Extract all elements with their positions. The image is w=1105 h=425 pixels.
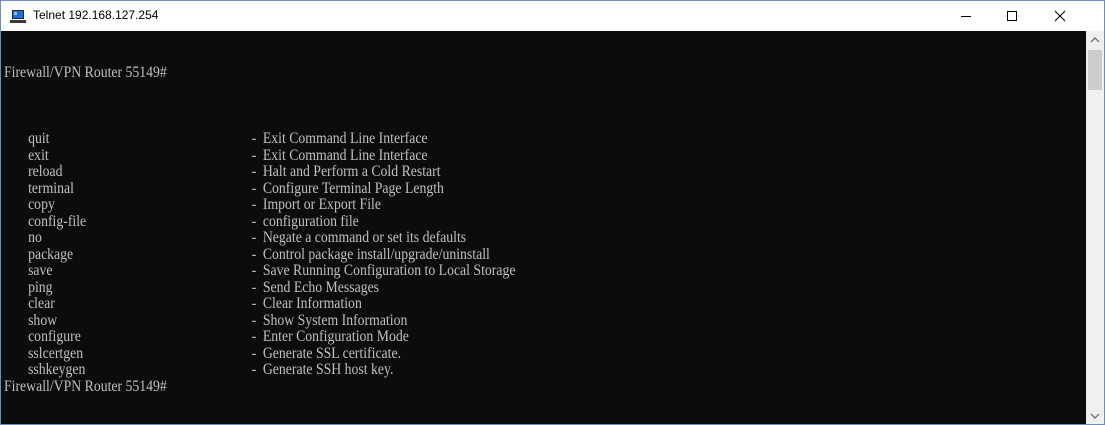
command-name: quit (28, 130, 50, 147)
command-separator: - (251, 196, 257, 213)
command-description: Enter Configuration Mode (262, 328, 409, 345)
command-description: Send Echo Messages (262, 278, 380, 296)
command-name: copy (28, 196, 55, 213)
command-row: reload - Halt and Perform a Cold Restart (4, 163, 440, 181)
command-name: sslcertgen (28, 344, 84, 362)
command-name: terminal (28, 179, 74, 197)
command-separator: - (251, 295, 257, 312)
command-separator: - (251, 179, 257, 197)
command-separator: - (251, 344, 257, 362)
chevron-down-icon (1090, 413, 1100, 419)
command-description: configuration file (262, 212, 359, 230)
final-prompt-text: Firewall/VPN Router 55149# (4, 377, 167, 395)
command-separator: - (251, 311, 257, 329)
close-button[interactable] (1037, 1, 1083, 31)
maximize-button[interactable] (989, 1, 1035, 31)
command-row: configure - Enter Configuration Mode (4, 328, 409, 346)
command-name: reload (28, 163, 63, 180)
command-row: save - Save Running Configuration to Local… (4, 262, 515, 280)
maximize-icon (1007, 11, 1017, 21)
command-description: Exit Command Line Interface (262, 146, 428, 164)
command-separator: - (251, 212, 257, 230)
telnet-app-icon (10, 10, 26, 23)
prompt-text: Firewall/VPN Router 55149# (4, 64, 167, 81)
command-name: show (28, 311, 58, 329)
terminal-output[interactable]: Firewall/VPN Router 55149# quit - Exit Com… (1, 31, 1086, 424)
command-separator: - (251, 229, 257, 246)
command-separator: - (251, 163, 257, 180)
command-separator: - (251, 130, 257, 147)
close-icon (1054, 10, 1066, 22)
command-description: Show System Information (262, 311, 408, 329)
command-description: Generate SSL certificate. (262, 344, 402, 362)
minimize-icon (961, 16, 971, 17)
command-name: configure (28, 328, 81, 345)
command-name: config-file (28, 212, 87, 230)
minimize-button[interactable] (943, 1, 989, 31)
command-description: Configure Terminal Page Length (262, 179, 444, 197)
command-separator: - (251, 328, 257, 345)
vertical-scrollbar[interactable] (1086, 31, 1104, 424)
command-description: Control package install/upgrade/uninstal… (262, 245, 490, 263)
command-separator: - (251, 278, 257, 296)
command-row: ping - Send Echo Messages (4, 279, 379, 297)
command-description: Generate SSH host key. (262, 361, 394, 378)
command-description: Negate a command or set its defaults (262, 229, 467, 246)
command-row: sshkeygen - Generate SSH host key. (4, 361, 393, 379)
title-bar[interactable]: Telnet 192.168.127.254 (1, 1, 1104, 31)
command-separator: - (251, 262, 257, 279)
scroll-down-button[interactable] (1086, 407, 1104, 424)
command-name: save (28, 262, 53, 279)
prompt-line: Firewall/VPN Router 55149# (4, 64, 167, 82)
command-description: Import or Export File (262, 196, 381, 213)
scroll-up-button[interactable] (1086, 31, 1104, 48)
command-description: Save Running Configuration to Local Stor… (262, 262, 516, 279)
telnet-window: Telnet 192.168.127.254 Firewall/VPN Rout… (0, 0, 1105, 425)
command-name: ping (28, 278, 53, 296)
command-row: show - Show System Information (4, 312, 407, 330)
command-row: package - Control package install/upgrade/… (4, 246, 490, 264)
command-name: package (28, 245, 74, 263)
command-description: Halt and Perform a Cold Restart (262, 163, 441, 180)
command-row: copy - Import or Export File (4, 196, 381, 214)
command-row: config-file - configuration file (4, 213, 359, 231)
chevron-up-icon (1090, 36, 1100, 42)
command-name: clear (28, 295, 55, 312)
terminal-text: Firewall/VPN Router 55149# quit - Exit Com… (4, 32, 515, 424)
final-prompt-line: Firewall/VPN Router 55149# (4, 378, 167, 396)
command-row: sslcertgen - Generate SSL certificate. (4, 345, 401, 363)
command-separator: - (251, 361, 257, 378)
command-row: no - Negate a command or set its defaults (4, 229, 466, 247)
command-row: clear - Clear Information (4, 295, 362, 313)
command-name: sshkeygen (28, 361, 86, 378)
command-description: Clear Information (262, 295, 362, 312)
command-row: terminal - Configure Terminal Page Length (4, 180, 444, 198)
scroll-thumb[interactable] (1088, 50, 1102, 90)
window-title: Telnet 192.168.127.254 (33, 8, 159, 22)
command-separator: - (251, 245, 257, 263)
command-row: exit - Exit Command Line Interface (4, 147, 427, 165)
command-name: exit (28, 146, 49, 164)
command-row: quit - Exit Command Line Interface (4, 130, 427, 148)
command-name: no (28, 229, 42, 246)
command-separator: - (251, 146, 257, 164)
command-description: Exit Command Line Interface (262, 130, 428, 147)
